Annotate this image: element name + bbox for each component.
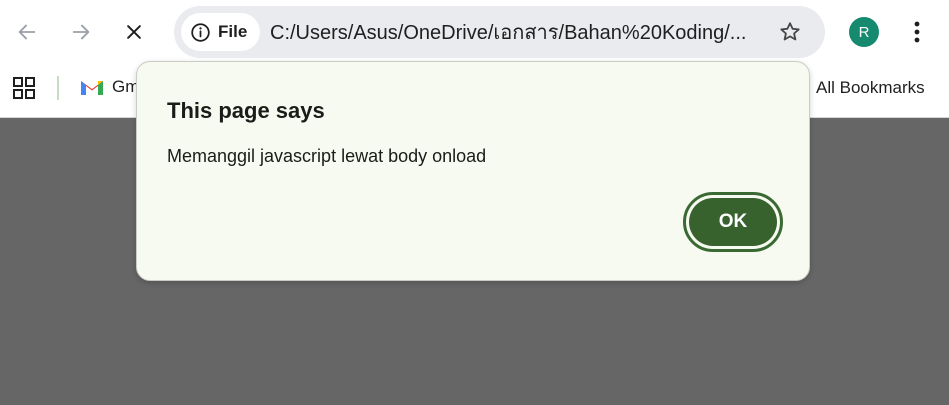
arrow-left-icon — [18, 24, 36, 40]
ok-button[interactable]: OK — [683, 192, 783, 252]
kebab-menu-icon — [914, 21, 920, 43]
back-button[interactable] — [7, 12, 47, 52]
dialog-title: This page says — [167, 98, 325, 123]
site-info-chip[interactable]: File — [181, 13, 260, 51]
forward-button[interactable] — [61, 12, 101, 52]
browser-toolbar: File C:/Users/Asus/OneDrive/เอกสาร/Bahan… — [0, 0, 949, 64]
browser-window: File C:/Users/Asus/OneDrive/เอกสาร/Bahan… — [0, 0, 949, 405]
bookmark-star-button[interactable] — [770, 12, 810, 52]
ok-button-label: OK — [689, 198, 777, 246]
stop-loading-button[interactable] — [114, 12, 154, 52]
all-bookmarks-button[interactable]: All Bookmarks — [816, 76, 925, 100]
star-icon — [780, 22, 800, 41]
url-text[interactable]: C:/Users/Asus/OneDrive/เอกสาร/Bahan%20Ko… — [270, 20, 770, 46]
gmail-icon — [81, 81, 103, 95]
arrow-right-icon — [72, 24, 90, 40]
dialog-message: Memanggil javascript lewat body onload — [167, 146, 487, 166]
info-icon — [191, 22, 210, 42]
bookmarks-divider — [57, 76, 59, 100]
alert-dialog: This page says Memanggil javascript lewa… — [136, 61, 810, 281]
address-bar[interactable]: File C:/Users/Asus/OneDrive/เอกสาร/Bahan… — [174, 6, 825, 58]
apps-grid-icon — [13, 77, 35, 99]
profile-avatar[interactable]: R — [849, 17, 879, 47]
apps-button[interactable] — [10, 74, 38, 102]
site-info-label: File — [218, 22, 248, 41]
close-icon — [127, 25, 141, 39]
browser-menu-button[interactable] — [897, 12, 937, 52]
